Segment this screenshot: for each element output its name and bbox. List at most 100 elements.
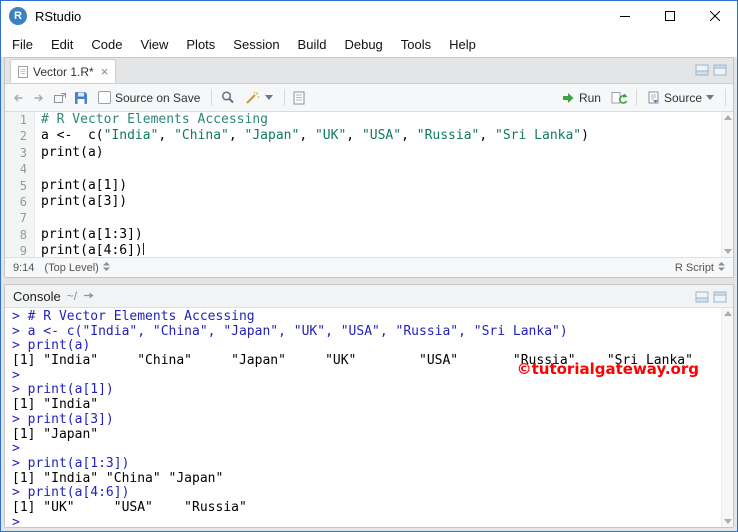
scroll-down-icon[interactable]: [723, 249, 732, 254]
updown-chevron-icon: [102, 261, 110, 274]
console-line: [1] "India" "China" "Japan": [12, 470, 224, 486]
menu-bar: File Edit Code View Plots Session Build Debug To…: [1, 31, 737, 57]
source-pane: Vector 1.R* × Source on Save Run Source …: [4, 57, 734, 278]
run-icon: [561, 92, 575, 104]
editor-scrollbar[interactable]: [721, 112, 733, 257]
search-icon[interactable]: [220, 90, 235, 105]
code-text: print(a[1:3]): [41, 226, 143, 242]
menu-build[interactable]: Build: [289, 33, 336, 56]
r-file-icon: [18, 65, 28, 78]
maximize-button[interactable]: [647, 1, 692, 31]
rstudio-window: R RStudio File Edit Code View Plots Session Bu…: [0, 0, 738, 532]
magic-wand-icon: [245, 91, 261, 105]
minimize-button[interactable]: [602, 1, 647, 31]
back-icon[interactable]: [11, 92, 25, 104]
workspace: Vector 1.R* × Source on Save Run Source …: [1, 57, 737, 531]
console-scrollbar[interactable]: [721, 308, 733, 527]
console-line: [1] "Japan": [12, 426, 99, 442]
console-title: Console: [13, 288, 61, 304]
scroll-up-icon[interactable]: [723, 115, 732, 120]
tab-vector1[interactable]: Vector 1.R* ×: [10, 59, 117, 83]
line-number: 2: [5, 128, 35, 145]
editor-line[interactable]: 2 a <- c("India", "China", "Japan", "UK",…: [5, 128, 733, 145]
rerun-icon[interactable]: [611, 91, 628, 105]
menu-plots[interactable]: Plots: [177, 33, 224, 56]
menu-help[interactable]: Help: [440, 33, 485, 56]
close-button[interactable]: [692, 1, 737, 31]
console-line: > print(a[3]): [12, 411, 114, 427]
save-icon[interactable]: [74, 91, 88, 105]
menu-session[interactable]: Session: [224, 33, 288, 56]
run-label: Run: [578, 90, 601, 105]
editor-line[interactable]: 4: [5, 161, 733, 178]
menu-code[interactable]: Code: [82, 33, 131, 56]
editor-toolbar: Source on Save Run Source: [5, 84, 733, 112]
editor-line[interactable]: 8 print(a[1:3]): [5, 226, 733, 244]
editor-line[interactable]: 5 print(a[1]): [5, 177, 733, 194]
updown-chevron-icon: [718, 261, 725, 274]
console-line: >: [12, 514, 28, 527]
working-directory-path: ~/: [66, 289, 78, 303]
editor-line[interactable]: 9 print(a[4:6]): [5, 243, 733, 257]
console-pane: Console ~/ > # R Vector Elements Accessi…: [4, 284, 734, 528]
code-text: print(a[4:6]): [41, 243, 144, 257]
console-line: > print(a): [12, 338, 91, 354]
menu-debug[interactable]: Debug: [335, 33, 391, 56]
window-title: RStudio: [35, 8, 82, 24]
minimize-pane-icon[interactable]: [695, 63, 709, 81]
editor-status-bar: 9:14 (Top Level) R Script: [5, 257, 733, 277]
maximize-pane-icon[interactable]: [713, 63, 727, 81]
compile-report-icon[interactable]: [293, 91, 305, 105]
tab-label: Vector 1.R*: [33, 64, 94, 79]
console-line: > print(a[1:3]): [12, 455, 130, 471]
editor-line[interactable]: 7: [5, 210, 733, 227]
code-tools-button[interactable]: [242, 89, 276, 107]
chevron-down-icon: [265, 95, 274, 100]
close-tab-icon[interactable]: ×: [101, 65, 109, 78]
menu-edit[interactable]: Edit: [42, 33, 82, 56]
open-in-new-window-icon[interactable]: [53, 92, 67, 104]
menu-view[interactable]: View: [131, 33, 177, 56]
console-line: > print(a[4:6]): [12, 485, 130, 501]
scope-selector[interactable]: (Top Level): [44, 261, 110, 274]
watermark: ©tutorialgateway.org: [516, 360, 699, 378]
rstudio-logo-icon: R: [9, 7, 27, 25]
scroll-up-icon[interactable]: [723, 311, 732, 316]
console-lines: > # R Vector Elements Accessing > a <- c(…: [12, 309, 733, 527]
line-number: 6: [5, 193, 35, 211]
line-number: 5: [5, 177, 35, 194]
menu-file[interactable]: File: [3, 33, 42, 56]
goto-directory-icon[interactable]: [83, 287, 95, 305]
source-label: Source: [663, 90, 702, 105]
console-line: [1] "UK" "USA" "Russia": [12, 499, 247, 515]
source-on-save-toggle: Source on Save: [95, 89, 203, 107]
run-button[interactable]: Run: [558, 89, 604, 107]
forward-icon[interactable]: [32, 92, 46, 104]
source-on-save-checkbox[interactable]: [98, 91, 111, 104]
scope-label: (Top Level): [44, 261, 99, 274]
editor-line[interactable]: 3 print(a): [5, 144, 733, 162]
minimize-pane-icon[interactable]: [695, 290, 709, 308]
code-text: # R Vector Elements Accessing: [41, 112, 268, 127]
code-text: a <- c("India", "China", "Japan", "UK", …: [41, 128, 589, 144]
source-on-save-label[interactable]: Source on Save: [115, 91, 200, 105]
line-number: 9: [5, 243, 35, 257]
scroll-down-icon[interactable]: [723, 519, 732, 524]
toolbar-separator: [284, 89, 286, 106]
window-controls: [602, 1, 737, 31]
file-type-selector[interactable]: R Script: [675, 261, 725, 274]
editor-line[interactable]: 1 # R Vector Elements Accessing: [5, 112, 733, 129]
code-text: print(a[1]): [41, 177, 128, 193]
code-text: print(a): [41, 144, 104, 160]
editor-line[interactable]: 6 print(a[3]): [5, 193, 733, 211]
text-cursor: [142, 243, 144, 256]
menu-tools[interactable]: Tools: [392, 33, 440, 56]
toolbar-separator: [635, 89, 637, 106]
console-output[interactable]: > # R Vector Elements Accessing > a <- c(…: [5, 308, 733, 527]
code-editor[interactable]: 1 # R Vector Elements Accessing 2 a <- c("I…: [5, 112, 733, 257]
console-line: [1] "India": [12, 397, 99, 413]
editor-lines: 1 # R Vector Elements Accessing 2 a <- c("I…: [5, 112, 733, 257]
source-button[interactable]: Source: [645, 89, 717, 107]
maximize-pane-icon[interactable]: [713, 290, 727, 308]
